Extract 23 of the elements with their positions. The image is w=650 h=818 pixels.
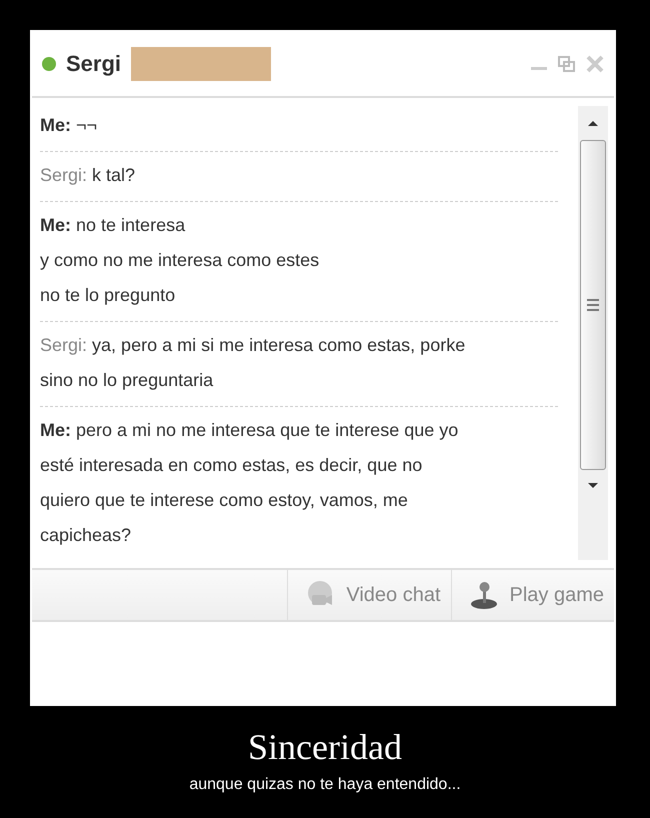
poster-caption: aunque quizas no te haya entendido... [188,776,462,794]
poster-title: Sinceridad [247,726,403,768]
message-line: esté interesada en como estas, es decir, que no [40,454,424,477]
message-line: capicheas? [40,524,132,547]
message-line: quiero que te interese como estoy, vamos, me [40,489,409,512]
toolbar-button[interactable]: Play game [450,570,614,620]
message-line: Me: no te interesa [40,214,186,237]
restore-icon[interactable] [558,55,576,73]
message-line: sino no lo preguntaria [40,369,214,392]
grip-icon [587,298,599,312]
scroll-down-icon[interactable] [586,480,600,490]
scrollbar[interactable] [578,106,608,560]
message-line: Me: ¬¬ [40,114,98,137]
toolbar-button[interactable]: Video chat [287,570,450,620]
message-line: y como no me interesa como estes [40,249,320,272]
scroll-up-icon[interactable] [586,118,600,128]
scroll-thumb[interactable] [580,140,606,470]
message-line: Sergi: k tal? [40,164,136,187]
message-line: Sergi: ya, pero a mi si me interesa como estas, porke [40,334,466,357]
contact-name: Sergi [66,51,122,77]
message-line: Me: pero a mi no me interesa que te interese que yo [40,419,460,442]
close-icon[interactable] [586,55,604,73]
message-line: no te lo pregunto [40,284,176,307]
